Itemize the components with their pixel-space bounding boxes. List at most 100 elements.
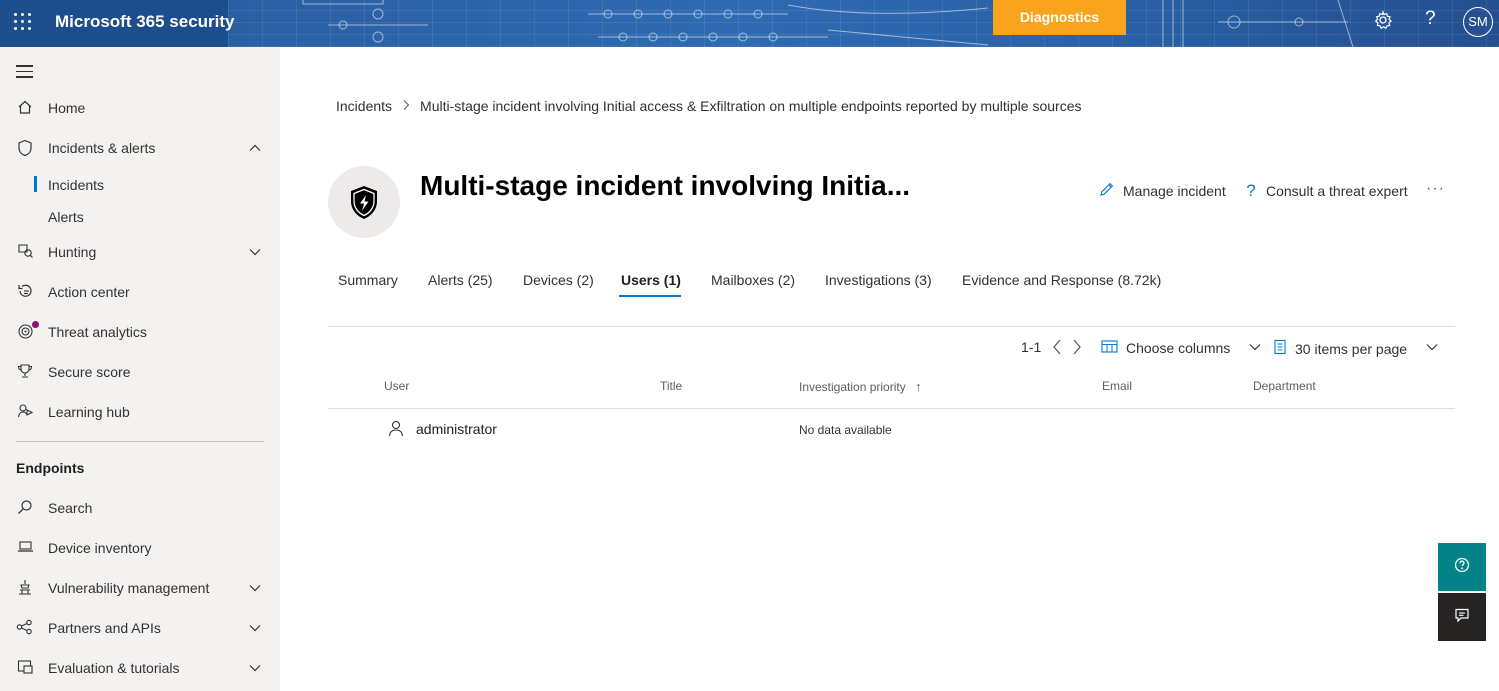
chevron-up-icon[interactable]: [248, 141, 262, 155]
column-header-department[interactable]: Department: [1253, 379, 1316, 393]
learning-hub-icon: [16, 403, 34, 421]
columns-icon: [1101, 339, 1118, 357]
column-header-label: Investigation priority: [799, 380, 906, 394]
sidebar-item-label: Incidents & alerts: [48, 140, 156, 156]
action-center-icon: [16, 283, 34, 301]
sidebar-item-label: Home: [48, 100, 86, 116]
app-title[interactable]: Microsoft 365 security: [55, 12, 235, 32]
tab-evidence-response[interactable]: Evidence and Response (8.72k): [962, 272, 1161, 288]
page-icon: [1273, 339, 1287, 358]
sidebar-item-label: Threat analytics: [48, 324, 147, 340]
sidebar-item-partners-apis[interactable]: Partners and APIs: [0, 608, 280, 648]
sidebar-item-search[interactable]: Search: [0, 488, 280, 528]
column-header-investigation-priority[interactable]: Investigation priority ↑: [799, 379, 922, 394]
incident-icon: [328, 166, 400, 238]
column-header-user[interactable]: User: [384, 379, 409, 393]
tab-summary[interactable]: Summary: [338, 272, 398, 288]
table-header-divider: [328, 408, 1455, 409]
column-header-title[interactable]: Title: [660, 379, 682, 393]
avatar[interactable]: SM: [1463, 7, 1493, 37]
help-fab-button[interactable]: [1438, 543, 1486, 591]
chevron-down-icon: [1425, 340, 1439, 357]
help-icon: [1454, 557, 1470, 578]
sidebar-subitem-alerts[interactable]: Alerts: [48, 209, 84, 225]
user-name[interactable]: administrator: [416, 421, 497, 437]
sidebar-item-label: Learning hub: [48, 404, 130, 420]
vulnerability-icon: [16, 579, 34, 597]
pencil-icon: [1098, 181, 1115, 201]
investigation-priority-value: No data available: [799, 423, 892, 437]
hamburger-menu-icon[interactable]: [16, 65, 33, 82]
chevron-down-icon[interactable]: [248, 245, 262, 259]
manage-incident-button[interactable]: Manage incident: [1098, 181, 1226, 201]
settings-icon[interactable]: [1373, 10, 1393, 35]
notification-dot: [32, 321, 39, 328]
top-bar: Microsoft 365 security Diagnostics ? SM: [0, 0, 1499, 47]
sidebar-item-home[interactable]: Home: [0, 88, 280, 128]
question-icon: ?: [1246, 181, 1256, 200]
blueprint-banner: [228, 0, 1499, 47]
active-tab-indicator: [619, 295, 681, 297]
breadcrumb: Incidents Multi-stage incident involving…: [336, 98, 1082, 114]
tab-alerts[interactable]: Alerts (25): [428, 272, 493, 288]
sidebar-item-hunting[interactable]: Hunting: [0, 232, 280, 272]
chevron-down-icon[interactable]: [248, 661, 262, 675]
shield-icon: [16, 139, 34, 157]
chevron-down-icon[interactable]: [248, 621, 262, 635]
sidebar-item-evaluation-tutorials[interactable]: Evaluation & tutorials: [0, 648, 280, 688]
more-options-icon[interactable]: ···: [1426, 180, 1445, 198]
choose-columns-button[interactable]: Choose columns: [1101, 339, 1262, 357]
items-per-page-label: 30 items per page: [1295, 340, 1408, 357]
search-icon: [16, 499, 34, 517]
hunting-icon: [16, 243, 34, 261]
sidebar-item-learning-hub[interactable]: Learning hub: [0, 392, 280, 432]
chevron-down-icon[interactable]: [248, 581, 262, 595]
sidebar-item-label: Action center: [48, 284, 130, 300]
diagnostics-button[interactable]: Diagnostics: [993, 0, 1126, 35]
sort-ascending-icon: ↑: [915, 379, 922, 394]
tab-devices[interactable]: Devices (2): [523, 272, 594, 288]
consult-threat-expert-button[interactable]: ? Consult a threat expert: [1244, 181, 1408, 201]
sidebar-item-label: Vulnerability management: [48, 580, 210, 596]
sidebar-item-label: Hunting: [48, 244, 97, 260]
waffle-icon[interactable]: [14, 13, 32, 31]
sidebar-item-incidents-alerts[interactable]: Incidents & alerts: [0, 128, 280, 168]
page-range: 1-1: [1021, 339, 1042, 355]
breadcrumb-incidents-link[interactable]: Incidents: [336, 98, 392, 114]
partners-icon: [16, 619, 34, 637]
home-icon: [16, 99, 34, 117]
sidebar-subitem-incidents[interactable]: Incidents: [48, 177, 104, 193]
sidebar-section-heading: Endpoints: [16, 460, 85, 476]
chevron-down-icon: [1248, 340, 1262, 357]
evaluation-icon: [16, 659, 34, 677]
selected-indicator: [34, 176, 37, 192]
tabs-divider: [328, 326, 1455, 327]
sidebar-item-label: Secure score: [48, 364, 131, 380]
tab-mailboxes[interactable]: Mailboxes (2): [711, 272, 795, 288]
help-icon[interactable]: ?: [1425, 8, 1436, 30]
chevron-right-icon: [402, 99, 410, 114]
trophy-icon: [16, 363, 34, 381]
sidebar-divider: [16, 441, 264, 442]
items-per-page-dropdown[interactable]: 30 items per page: [1273, 339, 1439, 358]
next-page-icon[interactable]: [1071, 338, 1083, 359]
sidebar-item-vulnerability-management[interactable]: Vulnerability management: [0, 568, 280, 608]
sidebar-item-secure-score[interactable]: Secure score: [0, 352, 280, 392]
sidebar-item-action-center[interactable]: Action center: [0, 272, 280, 312]
sidebar-item-label: Device inventory: [48, 540, 152, 556]
choose-columns-label: Choose columns: [1126, 340, 1231, 356]
user-icon: [388, 420, 404, 440]
feedback-fab-button[interactable]: [1438, 593, 1486, 641]
sidebar-item-device-inventory[interactable]: Device inventory: [0, 528, 280, 568]
sidebar-item-label: Evaluation & tutorials: [48, 660, 180, 676]
consult-threat-expert-label: Consult a threat expert: [1266, 183, 1408, 199]
sidebar: Home Incidents & alerts Incidents Alerts…: [0, 47, 280, 691]
sidebar-item-threat-analytics[interactable]: Threat analytics: [0, 312, 280, 352]
feedback-icon: [1454, 607, 1470, 628]
column-header-email[interactable]: Email: [1102, 379, 1132, 393]
laptop-icon: [16, 539, 34, 557]
tab-investigations[interactable]: Investigations (3): [825, 272, 932, 288]
manage-incident-label: Manage incident: [1123, 183, 1226, 199]
tab-users[interactable]: Users (1): [621, 272, 681, 288]
previous-page-icon[interactable]: [1051, 338, 1063, 359]
